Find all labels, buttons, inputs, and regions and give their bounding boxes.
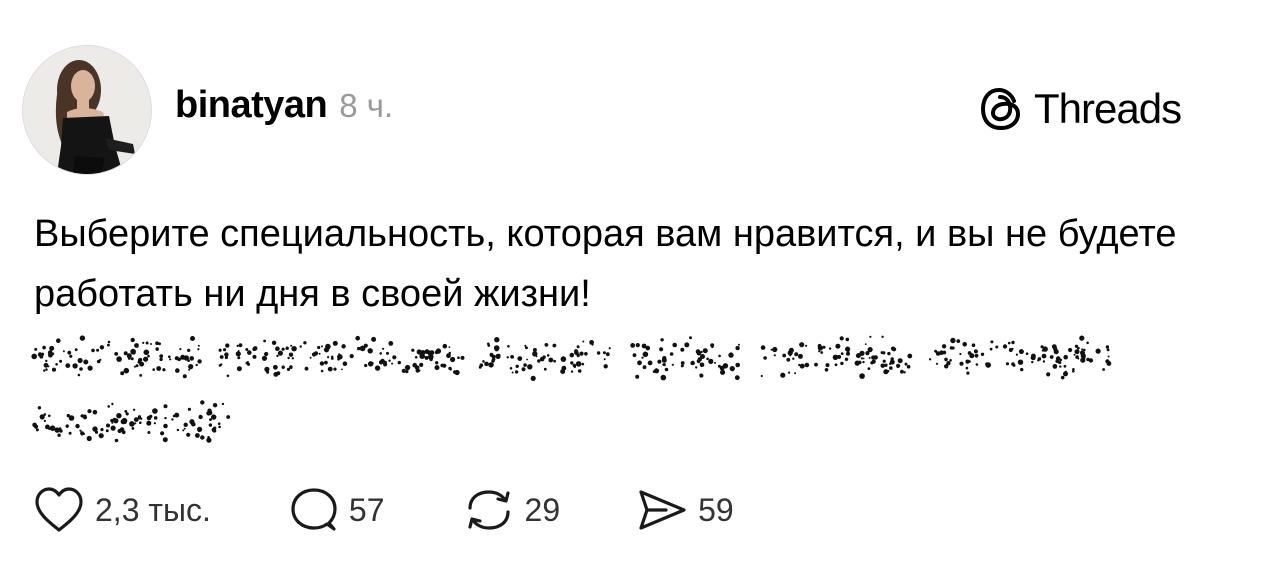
threads-brand: Threads	[978, 84, 1182, 134]
threads-logo-icon	[981, 88, 1020, 130]
heart-icon	[35, 487, 83, 532]
repost-icon	[467, 490, 510, 530]
like-button[interactable]: 2,3 тыс.	[33, 486, 211, 534]
comment-icon	[291, 488, 337, 531]
reply-count: 57	[348, 491, 385, 528]
like-count: 2,3 тыс.	[95, 491, 211, 528]
repost-count: 29	[524, 491, 561, 528]
post-timestamp: 8 ч.	[339, 87, 394, 124]
brand-name: Threads	[1034, 85, 1182, 132]
repost-button[interactable]: 29	[463, 486, 561, 534]
username[interactable]: binatyan	[175, 84, 328, 127]
reply-button[interactable]: 57	[287, 486, 385, 534]
avatar[interactable]	[22, 45, 152, 175]
avatar-photo	[23, 46, 151, 174]
action-bar: 2,3 тыс. 57 29 59	[33, 485, 734, 535]
post-header: binatyan 8 ч.	[175, 84, 393, 128]
spoiler-text-hidden[interactable]	[30, 328, 1120, 453]
share-button[interactable]: 59	[636, 486, 734, 534]
send-icon	[639, 490, 686, 530]
share-count: 59	[698, 491, 734, 528]
post-text: Выберите специальность, которая вам нрав…	[34, 213, 1177, 315]
